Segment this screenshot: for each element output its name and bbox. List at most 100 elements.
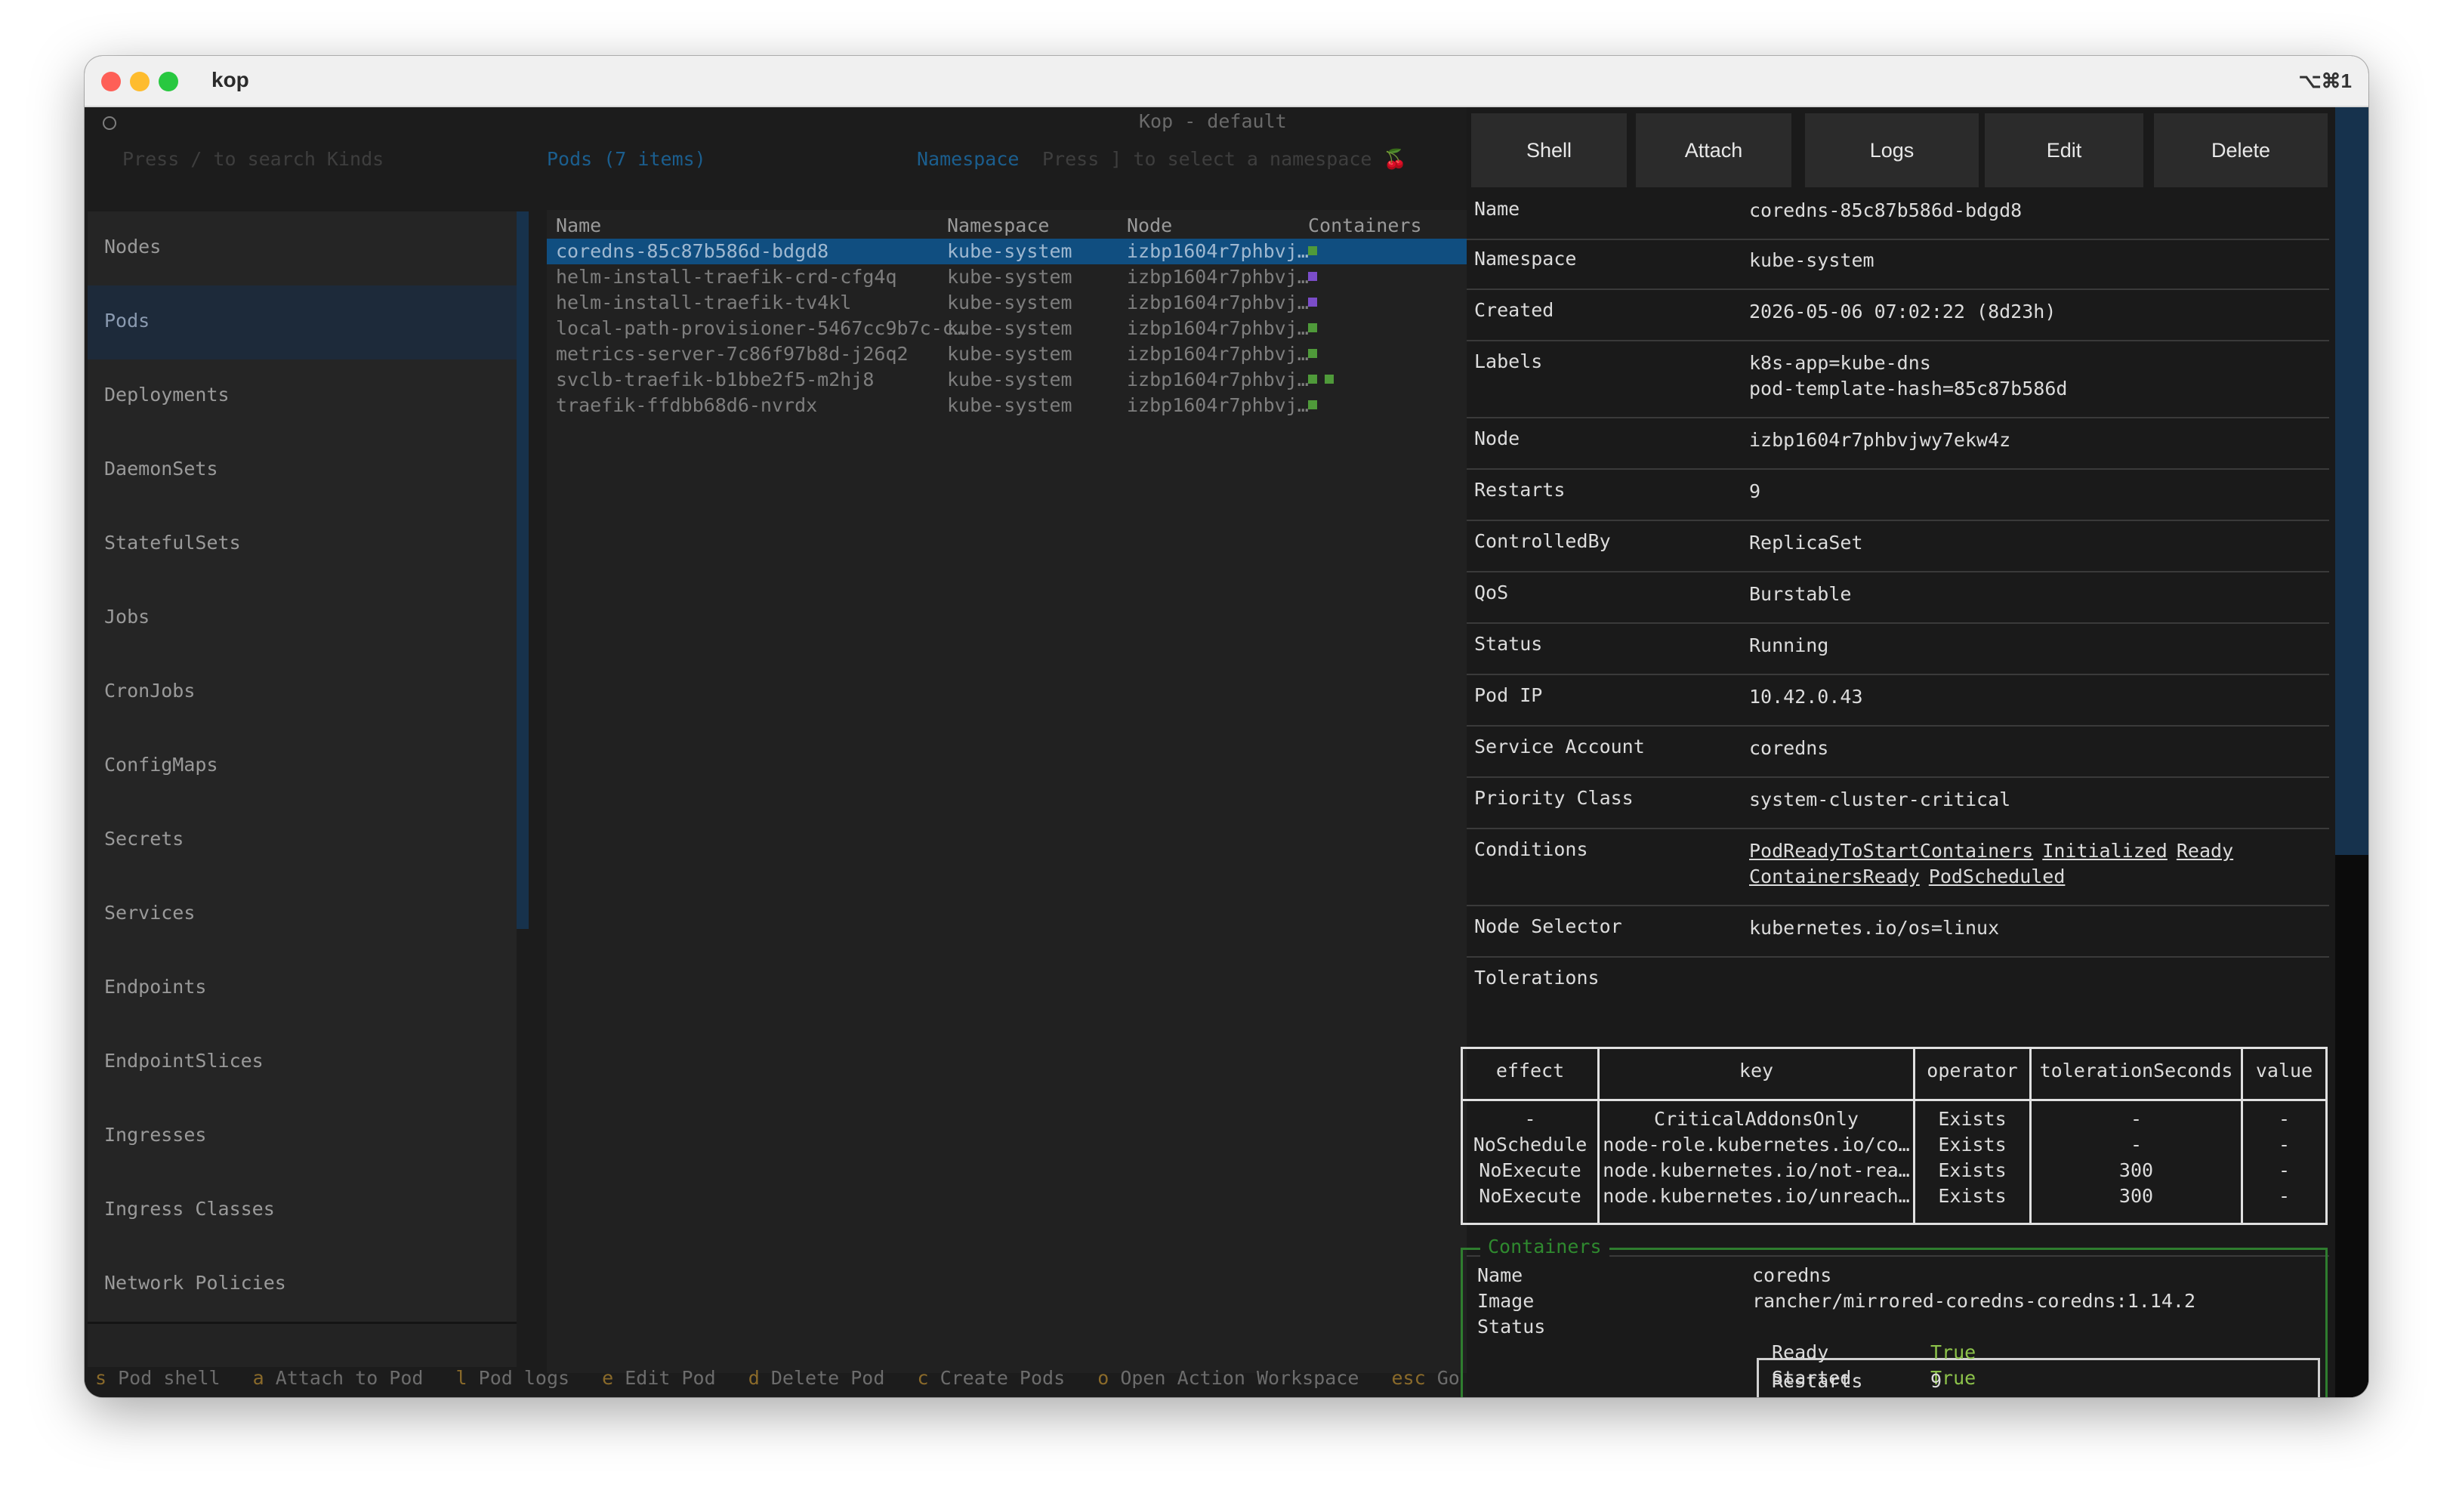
column-header-namespace[interactable]: Namespace [947, 214, 1049, 236]
detail-value: Running [1749, 634, 1829, 656]
label-entry: k8s-app=kube-dns [1749, 352, 1931, 374]
detail-value: coredns-85c87b586d-bdgd8 [1749, 199, 2023, 221]
namespace-select[interactable]: Press ] to select a namespace 🍒 [1042, 148, 1407, 171]
keybinding-status-bar: s Pod shell a Attach to Pod l Pod logs e… [95, 1367, 1607, 1394]
table-row[interactable]: traefik-ffdbb68d6-nvrdx kube-system izbp… [547, 393, 1541, 418]
sidebar-item-deployments[interactable]: Deployments [88, 359, 517, 436]
pod-node: izbp1604r7phbvj… [1127, 394, 1309, 416]
sidebar-item-cronjobs[interactable]: CronJobs [88, 656, 517, 732]
detail-value: ReplicaSet [1749, 532, 1863, 554]
minimize-window-button[interactable] [130, 72, 150, 91]
condition-link[interactable]: PodReadyToStartContainers [1749, 840, 2033, 862]
containers-title: Containers [1480, 1236, 1609, 1257]
table-cell: Exists [1938, 1134, 2007, 1156]
table-cell: Exists [1938, 1108, 2007, 1130]
detail-row-labels: Labels k8s-app=kube-dns pod-template-hash… [1467, 344, 2329, 418]
edit-button[interactable]: Edit [1985, 113, 2143, 187]
sidebar-item-label: ConfigMaps [104, 754, 218, 776]
detail-row-conditions: Conditions PodReadyToStartContainers Init… [1467, 832, 2329, 906]
pod-containers [1308, 316, 1325, 338]
sidebar-item-jobs[interactable]: Jobs [88, 582, 517, 658]
close-window-button[interactable] [101, 72, 121, 91]
sidebar-item-endpointslices[interactable]: EndpointSlices [88, 1026, 517, 1102]
table-row[interactable]: metrics-server-7c86f97b8d-j26q2 kube-sys… [547, 341, 1541, 367]
sidebar-item-network-policies[interactable]: Network Policies [88, 1248, 517, 1324]
sidebar-item-daemonsets[interactable]: DaemonSets [88, 434, 517, 510]
table-header: value [2255, 1060, 2313, 1082]
container-status-icon [1308, 375, 1317, 384]
sidebar-item-nodes[interactable]: Nodes [88, 211, 517, 288]
keybinding-key: s [95, 1367, 107, 1389]
table-header: tolerationSeconds [2039, 1060, 2233, 1082]
column-header-containers[interactable]: Containers [1308, 214, 1422, 236]
status-value-ready: True [1930, 1341, 1976, 1363]
detail-key: Created [1474, 299, 1554, 321]
sidebar-item-services[interactable]: Services [88, 878, 517, 954]
table-row[interactable]: svclb-traefik-b1bbe2f5-m2hj8 kube-system… [547, 367, 1541, 393]
sidebar-item-label: StatefulSets [104, 532, 241, 554]
sidebar-item-pods[interactable]: Pods [88, 285, 517, 362]
app-title: Kop - default [1139, 110, 1287, 132]
table-cell: Exists [1938, 1159, 2007, 1181]
title-bar: kop ⌥⌘1 [85, 56, 2368, 107]
sidebar-item-statefulsets[interactable]: StatefulSets [88, 508, 517, 584]
table-header: effect [1495, 1060, 1565, 1082]
condition-link[interactable]: PodScheduled [1929, 866, 2066, 887]
detail-key: Service Account [1474, 736, 1645, 758]
detail-key: Conditions [1474, 838, 1588, 860]
sidebar-item-label: Network Policies [104, 1272, 286, 1294]
table-header: key [1739, 1060, 1774, 1082]
shell-button[interactable]: Shell [1471, 113, 1627, 187]
circle-icon [103, 116, 116, 130]
table-cell: CriticalAddonsOnly [1654, 1108, 1859, 1130]
column-header-node[interactable]: Node [1127, 214, 1172, 236]
sidebar-item-ingresses[interactable]: Ingresses [88, 1100, 517, 1176]
table-cell: - [2278, 1134, 2291, 1156]
sidebar-item-endpoints[interactable]: Endpoints [88, 952, 517, 1028]
sidebar-item-secrets[interactable]: Secrets [88, 804, 517, 880]
kinds-search-input[interactable]: Press / to search Kinds [122, 148, 515, 178]
sidebar-item-label: Jobs [104, 606, 150, 628]
table-row[interactable]: local-path-provisioner-5467cc9b7c-c… kub… [547, 316, 1541, 341]
sidebar-item-label: Pods [104, 310, 150, 332]
keybinding-desc: Pod shell [118, 1367, 221, 1389]
details-scrollbar-thumb[interactable] [2335, 107, 2368, 855]
delete-button[interactable]: Delete [2154, 113, 2328, 187]
details-scrollbar[interactable] [2335, 107, 2368, 1397]
condition-link[interactable]: Ready [2177, 840, 2233, 862]
window-shortcut: ⌥⌘1 [2298, 69, 2352, 92]
detail-value: 10.42.0.43 [1749, 686, 1863, 708]
table-row[interactable]: helm-install-traefik-crd-cfg4q kube-syst… [547, 264, 1541, 290]
sidebar-scrollbar[interactable] [517, 211, 529, 929]
condition-link[interactable]: Initialized [2042, 840, 2168, 862]
detail-key: Labels [1474, 350, 1543, 372]
table-cell: node-role.kubernetes.io/co… [1603, 1134, 1910, 1156]
sidebar-item-label: Deployments [104, 384, 230, 406]
detail-row-status: Status Running [1467, 627, 2329, 675]
detail-value: PodReadyToStartContainers Initialized Read… [1749, 838, 2242, 890]
pod-node: izbp1604r7phbvj… [1127, 292, 1309, 313]
keybinding-key: e [602, 1367, 614, 1389]
container-status-icon [1308, 400, 1317, 409]
attach-button[interactable]: Attach [1636, 113, 1791, 187]
logs-button[interactable]: Logs [1805, 113, 1979, 187]
condition-link[interactable]: ContainersReady [1749, 866, 1920, 887]
sidebar-item-ingress-classes[interactable]: Ingress Classes [88, 1174, 517, 1250]
keybinding-key: l [455, 1367, 467, 1389]
table-row[interactable]: helm-install-traefik-tv4kl kube-system i… [547, 290, 1541, 316]
table-row[interactable]: coredns-85c87b586d-bdgd8 kube-system izb… [547, 239, 1541, 264]
maximize-window-button[interactable] [159, 72, 178, 91]
sidebar-item-configmaps[interactable]: ConfigMaps [88, 730, 517, 806]
table-cell: NoExecute [1479, 1159, 1581, 1181]
column-header-name[interactable]: Name [556, 214, 601, 236]
detail-key: Restarts [1474, 479, 1566, 501]
detail-key: Namespace [1474, 248, 1577, 270]
container-status-icon [1308, 349, 1317, 358]
keybinding-desc: Open Action Workspace [1120, 1367, 1359, 1389]
pod-containers [1308, 367, 1341, 389]
container-name-key: Name [1477, 1264, 1523, 1286]
keybinding-desc: Attach to Pod [275, 1367, 424, 1389]
detail-row-controlled-by: ControlledBy ReplicaSet [1467, 524, 2329, 572]
table-cell: 300 [2118, 1159, 2154, 1181]
sidebar-item-label: Secrets [104, 828, 184, 850]
